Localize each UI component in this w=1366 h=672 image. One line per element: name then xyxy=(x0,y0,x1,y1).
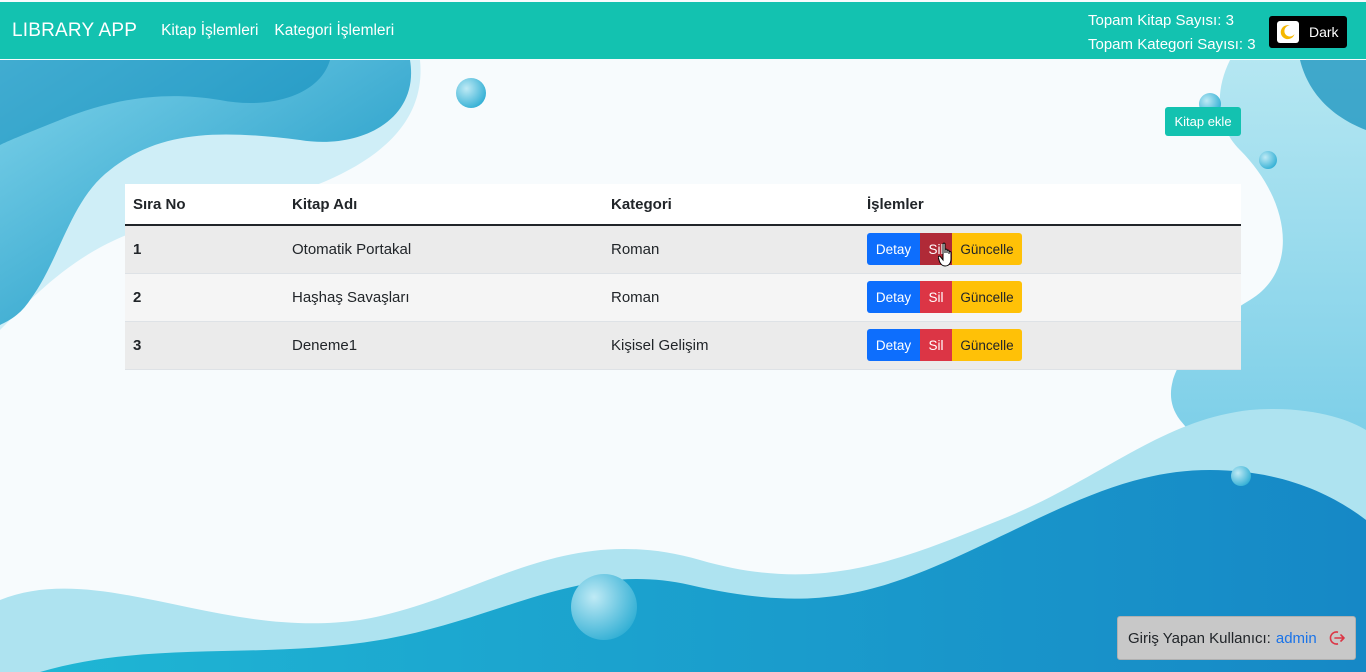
table-header-row: Sıra No Kitap Adı Kategori İşlemler xyxy=(125,184,1241,226)
table-row: 3 Deneme1 Kişisel Gelişim Detay Sil Günc… xyxy=(125,321,1241,370)
book-title: Otomatik Portakal xyxy=(284,225,603,274)
row-actions: Detay Sil Güncelle xyxy=(859,321,1241,370)
header-islemler: İşlemler xyxy=(859,184,1241,226)
book-title: Haşhaş Savaşları xyxy=(284,273,603,322)
header-kitap-adi: Kitap Adı xyxy=(284,184,603,226)
header-kategori: Kategori xyxy=(603,184,859,226)
update-button[interactable]: Güncelle xyxy=(952,329,1022,361)
detail-button[interactable]: Detay xyxy=(867,281,920,313)
update-button[interactable]: Güncelle xyxy=(952,281,1022,313)
nav-link-kitap-islemleri[interactable]: Kitap İşlemleri xyxy=(161,22,258,40)
update-button[interactable]: Güncelle xyxy=(952,233,1022,266)
hand-cursor-icon xyxy=(938,242,952,267)
dark-mode-label: Dark xyxy=(1309,24,1339,40)
logged-in-label: Giriş Yapan Kullanıcı: xyxy=(1128,629,1271,647)
dark-mode-toggle[interactable]: Dark xyxy=(1269,16,1347,48)
detail-button[interactable]: Detay xyxy=(867,233,920,266)
detail-button[interactable]: Detay xyxy=(867,329,920,361)
delete-button[interactable]: Sil xyxy=(920,329,952,361)
navbar: LIBRARY APP Kitap İşlemleri Kategori İşl… xyxy=(0,2,1366,59)
category-count: Topam Kategori Sayısı: 3 xyxy=(1088,36,1256,53)
table-row: 2 Haşhaş Savaşları Roman Detay Sil Günce… xyxy=(125,273,1241,322)
book-category: Roman xyxy=(603,273,859,322)
brand-logo[interactable]: LIBRARY APP xyxy=(12,20,137,42)
book-category: Kişisel Gelişim xyxy=(603,321,859,370)
book-category: Roman xyxy=(603,225,859,274)
table-row: 1 Otomatik Portakal Roman Detay Sil Günc… xyxy=(125,225,1241,274)
username-link[interactable]: admin xyxy=(1276,630,1317,647)
row-number: 1 xyxy=(125,225,284,274)
add-book-button[interactable]: Kitap ekle xyxy=(1165,107,1241,136)
row-number: 3 xyxy=(125,321,284,370)
book-title: Deneme1 xyxy=(284,321,603,370)
row-actions: Detay Sil Güncelle xyxy=(859,225,1241,274)
row-actions: Detay Sil Güncelle xyxy=(859,273,1241,322)
header-sira-no: Sıra No xyxy=(125,184,284,226)
book-count: Topam Kitap Sayısı: 3 xyxy=(1088,12,1234,29)
books-table: Sıra No Kitap Adı Kategori İşlemler 1 Ot… xyxy=(125,184,1241,370)
logged-in-user-box: Giriş Yapan Kullanıcı: admin xyxy=(1117,616,1356,660)
stats-panel: Topam Kitap Sayısı: 3 Topam Kategori Say… xyxy=(1088,9,1256,57)
moon-icon xyxy=(1277,21,1299,43)
nav-link-kategori-islemleri[interactable]: Kategori İşlemleri xyxy=(274,22,394,40)
row-number: 2 xyxy=(125,273,284,322)
delete-button[interactable]: Sil xyxy=(920,281,952,313)
logout-icon[interactable] xyxy=(1328,629,1346,647)
